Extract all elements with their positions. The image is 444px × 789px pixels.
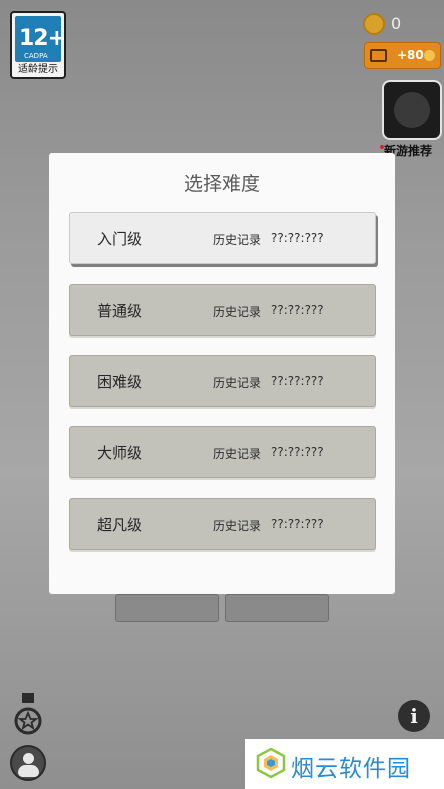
watch-video-reward-button[interactable]: +80: [364, 42, 441, 69]
background-button-left: [115, 594, 219, 622]
coin-icon: [363, 13, 385, 35]
reward-amount: +80: [397, 48, 424, 62]
history-label: 历史记录: [213, 376, 262, 390]
level-option-transcendent[interactable]: 超凡级 历史记录 ??:??:???: [69, 498, 376, 550]
watermark-text: 烟云软件园: [291, 756, 411, 782]
info-icon[interactable]: i: [398, 700, 430, 732]
reward-coin-icon: [424, 50, 435, 61]
level-name: 入门级: [97, 230, 143, 248]
level-name: 困难级: [97, 373, 143, 391]
difficulty-dialog: 选择难度 入门级 历史记录 ??:??:??? 普通级 历史记录 ??:??:?…: [49, 153, 395, 594]
level-name: 超凡级: [97, 516, 143, 534]
profile-body: [18, 765, 39, 777]
level-option-normal[interactable]: 普通级 历史记录 ??:??:???: [69, 284, 376, 336]
age-rating-org: CADPA: [24, 52, 48, 60]
watermark: 烟云软件园: [245, 739, 444, 789]
level-option-beginner[interactable]: 入门级 历史记录 ??:??:???: [69, 212, 376, 264]
profile-head: [23, 753, 34, 764]
background-button-right: [225, 594, 329, 622]
history-value: ??:??:???: [271, 445, 324, 459]
age-rating-number: 12+: [19, 26, 66, 51]
new-game-recommend-button[interactable]: [382, 80, 442, 140]
profile-icon[interactable]: [10, 745, 46, 781]
video-icon: [370, 49, 387, 62]
history-value: ??:??:???: [271, 517, 324, 531]
age-rating-badge[interactable]: 12+ CADPA 适龄提示: [10, 11, 66, 79]
medal-icon[interactable]: [14, 693, 42, 737]
history-label: 历史记录: [213, 305, 262, 319]
level-option-hard[interactable]: 困难级 历史记录 ??:??:???: [69, 355, 376, 407]
level-option-master[interactable]: 大师级 历史记录 ??:??:???: [69, 426, 376, 478]
history-label: 历史记录: [213, 519, 262, 533]
history-label: 历史记录: [213, 447, 262, 461]
history-value: ??:??:???: [271, 374, 324, 388]
level-name: 大师级: [97, 444, 143, 462]
new-game-thumbnail-icon: [394, 92, 430, 128]
age-rating-icon: 12+ CADPA: [15, 16, 66, 62]
history-value: ??:??:???: [271, 303, 324, 317]
history-label: 历史记录: [213, 233, 262, 247]
level-name: 普通级: [97, 302, 143, 320]
watermark-logo-icon: [256, 747, 286, 779]
age-rating-label: 适龄提示: [18, 64, 58, 75]
dialog-title: 选择难度: [183, 173, 260, 195]
history-value: ??:??:???: [271, 231, 324, 245]
coin-count: 0: [391, 14, 402, 33]
